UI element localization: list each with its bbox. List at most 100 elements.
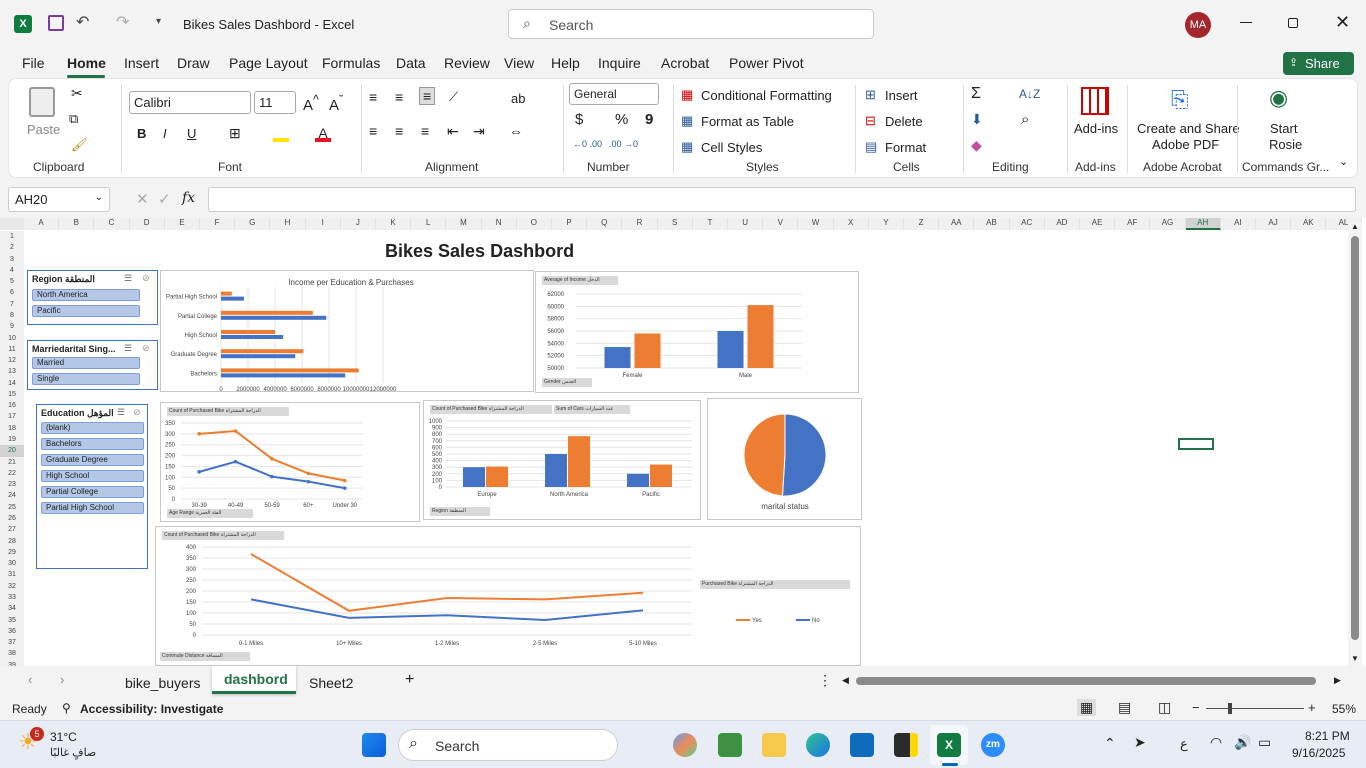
accessibility-icon[interactable]: ⚲ [62, 701, 71, 715]
format-as-table-button[interactable]: Format as Table [701, 114, 794, 129]
tab-view[interactable]: View [504, 55, 534, 71]
column-header[interactable]: O [516, 218, 552, 230]
merge-center-icon[interactable]: ⇔ [509, 123, 523, 139]
field-button[interactable]: Average of Income الدخل [542, 276, 618, 285]
close-icon[interactable]: ✕ [1335, 12, 1350, 33]
zoom-in-icon[interactable]: + [1308, 700, 1316, 715]
scroll-thumb[interactable] [1351, 236, 1359, 640]
bold-button[interactable]: B [137, 126, 146, 141]
row-header[interactable]: 11 [0, 343, 24, 356]
column-header[interactable]: V [763, 218, 799, 230]
slicer-item[interactable]: Partial College [41, 486, 144, 498]
tab-home[interactable]: Home [67, 55, 106, 71]
column-header[interactable]: AC [1009, 218, 1045, 230]
region-slicer[interactable]: Region المنطقة ☰ ⊘ North America Pacific [27, 270, 158, 325]
underline-button[interactable]: U [187, 126, 196, 141]
column-header[interactable]: AE [1080, 218, 1116, 230]
slicer-item[interactable]: Single [32, 373, 140, 385]
horizontal-scrollbar[interactable]: ◀ ▶ [842, 674, 1346, 688]
font-color-icon[interactable]: A [315, 125, 331, 142]
tab-draw[interactable]: Draw [177, 55, 210, 71]
conditional-formatting-icon[interactable]: ▦ [681, 87, 693, 103]
currency-button[interactable]: $ [575, 111, 583, 128]
row-header[interactable]: 3 [0, 253, 24, 265]
format-table-icon[interactable]: ▦ [681, 113, 693, 129]
column-header[interactable]: L [411, 218, 447, 230]
paste-icon[interactable] [29, 87, 55, 117]
row-header[interactable]: 22 [0, 467, 24, 480]
chevron-up-icon[interactable]: ⌃ [1104, 735, 1116, 752]
row-header[interactable]: 21 [0, 456, 24, 468]
save-icon[interactable] [48, 15, 64, 31]
zoom-level[interactable]: 55% [1332, 702, 1356, 716]
multi-select-icon[interactable]: ☰ [117, 407, 125, 418]
wrap-text-icon[interactable]: ab [511, 91, 525, 106]
column-header[interactable]: AA [939, 218, 975, 230]
align-bottom-icon[interactable]: ≡ [419, 87, 436, 105]
redo-icon[interactable]: ↷ [116, 12, 129, 32]
slicer-item[interactable]: Pacific [32, 305, 140, 317]
align-center-icon[interactable]: ≡ [395, 123, 403, 139]
font-size-select[interactable]: 11 [254, 91, 296, 114]
column-header[interactable]: AK [1291, 218, 1327, 230]
row-header[interactable]: 15 [0, 388, 24, 401]
create-share-pdf-button-line1[interactable]: Create and Share [1137, 121, 1240, 136]
column-header[interactable]: X [833, 218, 869, 230]
next-sheet-icon[interactable]: › [60, 672, 64, 687]
scroll-left-icon[interactable]: ◀ [842, 675, 849, 686]
sticky-notes-icon[interactable] [894, 733, 918, 757]
column-header[interactable]: S [657, 218, 693, 230]
row-header[interactable]: 13 [0, 366, 24, 378]
sheet-options-icon[interactable]: ⋮ [818, 672, 832, 689]
education-slicer[interactable]: Education المؤهل ☰ ⊘ (blank) Bachelors G… [36, 404, 148, 569]
fill-color-icon[interactable] [273, 126, 289, 142]
row-header[interactable]: 31 [0, 569, 24, 581]
horizontal-scroll-thumb[interactable] [856, 677, 1316, 685]
row-header[interactable]: 28 [0, 535, 24, 547]
fill-icon[interactable]: ⬇ [971, 111, 983, 128]
clear-filter-icon[interactable]: ⊘ [133, 407, 141, 418]
collapse-ribbon-icon[interactable]: ⌄ [1339, 155, 1348, 168]
cell-styles-button[interactable]: Cell Styles [701, 140, 762, 155]
field-button[interactable]: Count of Purchased Bike الدراجة المشتراة [167, 407, 289, 416]
cut-icon[interactable]: ✂ [71, 85, 83, 102]
column-header[interactable]: W [798, 218, 834, 230]
slicer-item[interactable]: Partial High School [41, 502, 144, 514]
row-header[interactable]: 25 [0, 501, 24, 513]
age-range-chart[interactable]: 0 50 100 150 200 250 300 350 30-39 40-49 50-59 60+ U… [160, 402, 420, 522]
filter-button[interactable]: Age Range الفئة العمرية [167, 509, 253, 518]
filter-button[interactable]: Region المنطقة [430, 507, 490, 516]
clock-date[interactable]: 9/16/2025 [1292, 746, 1345, 760]
excel-icon[interactable]: X [937, 733, 961, 757]
tab-data[interactable]: Data [396, 55, 426, 71]
field-button[interactable]: Count of Purchased Bike الدراجة المشتراة [430, 405, 552, 414]
region-chart[interactable]: 0 100 200 300 400 500 600 700 800 900 1000 Europe No… [423, 400, 701, 520]
legend-title-button[interactable]: Purchased Bike الدراجة المشتراة [700, 580, 850, 589]
tab-power-pivot[interactable]: Power Pivot [729, 55, 804, 71]
row-header[interactable]: 12 [0, 355, 24, 367]
share-button[interactable]: ⇪ Share [1283, 52, 1354, 75]
start-rosie-button-line1[interactable]: Start [1270, 121, 1297, 136]
outlook-icon[interactable] [850, 733, 874, 757]
row-header[interactable]: 9 [0, 321, 24, 333]
start-icon[interactable] [362, 733, 386, 757]
align-right-icon[interactable]: ≡ [421, 123, 429, 139]
slicer-item[interactable]: North America [32, 289, 140, 301]
filter-button[interactable]: Gender الجنس [542, 378, 592, 387]
tab-acrobat[interactable]: Acrobat [661, 55, 709, 71]
location-icon[interactable]: ➤ [1134, 734, 1146, 751]
multi-select-icon[interactable]: ☰ [124, 273, 132, 284]
column-header[interactable]: G [235, 218, 271, 230]
battery-icon[interactable]: ▭ [1258, 734, 1271, 751]
tab-help[interactable]: Help [551, 55, 580, 71]
align-left-icon[interactable]: ≡ [369, 123, 377, 139]
zoom-thumb[interactable] [1228, 703, 1232, 714]
clock-time[interactable]: 8:21 PM [1305, 729, 1350, 743]
row-header[interactable]: 35 [0, 614, 24, 626]
column-header[interactable]: U [728, 218, 764, 230]
column-header[interactable]: AB [974, 218, 1010, 230]
avatar[interactable]: MA [1185, 12, 1211, 38]
clear-icon[interactable]: ◆ [971, 137, 982, 154]
row-header[interactable]: 7 [0, 298, 24, 310]
language-indicator[interactable]: ع [1180, 736, 1188, 752]
